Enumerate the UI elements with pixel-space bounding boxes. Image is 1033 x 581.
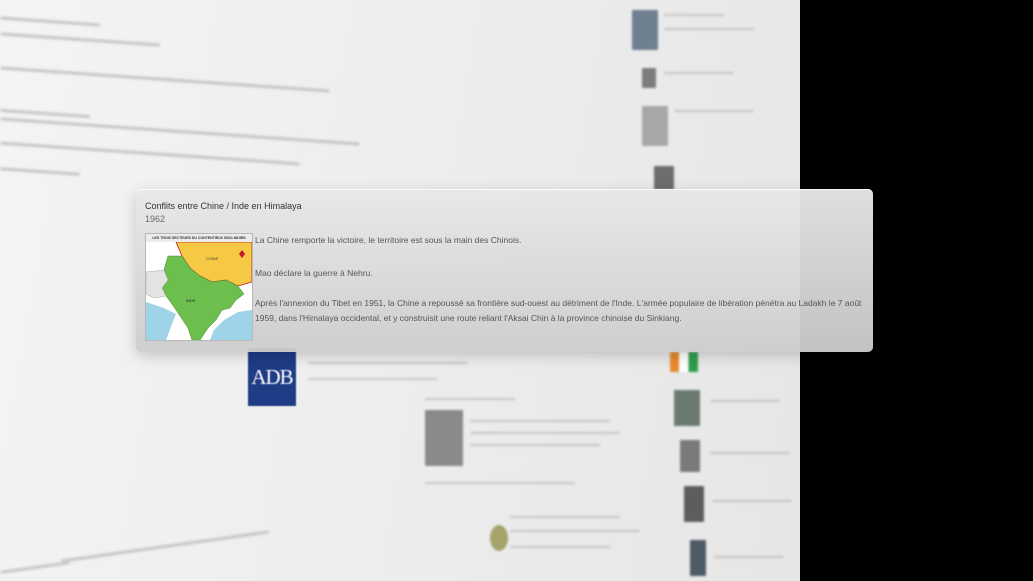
blurred-text-line [0, 32, 160, 47]
blurred-thumbnail [674, 390, 700, 426]
blurred-text-line [710, 400, 780, 402]
event-year: 1962 [145, 214, 166, 224]
blurred-thumbnail [670, 352, 698, 372]
blurred-text-line [425, 398, 515, 400]
timeline-event-card[interactable]: Conflits entre Chine / Inde en Himalaya … [136, 189, 873, 352]
blurred-text-line [712, 500, 792, 502]
event-title: Conflits entre Chine / Inde en Himalaya [145, 201, 302, 211]
blurred-thumbnail [654, 166, 674, 190]
blurred-text-line [0, 141, 300, 166]
blurred-text-line [510, 516, 620, 518]
event-paragraph: Après l'annexion du Tibet en 1951, la Ch… [255, 298, 862, 323]
blurred-text-line [470, 432, 620, 434]
blurred-text-line [308, 378, 438, 380]
blurred-text-line [0, 16, 100, 27]
blurred-text-line [510, 546, 610, 548]
blurred-text-line [664, 14, 724, 16]
blurred-thumbnail [684, 486, 704, 522]
blurred-thumbnail [642, 68, 656, 88]
blurred-text-line [308, 362, 468, 364]
blurred-text-line [710, 452, 790, 454]
map-caption: LES TROIS SECTEURS DU CONTENTIEUX SINO-I… [146, 234, 252, 242]
blurred-text-line [0, 167, 81, 176]
blurred-text-line [60, 530, 270, 563]
blurred-text-line [664, 72, 734, 74]
blurred-thumbnail [490, 525, 508, 551]
map-thumbnail[interactable]: LES TROIS SECTEURS DU CONTENTIEUX SINO-I… [145, 233, 253, 341]
event-paragraph: Mao déclare la guerre à Nehru. [255, 268, 373, 278]
blurred-thumbnail [642, 106, 668, 146]
blurred-text-line [674, 110, 754, 112]
blurred-thumbnail [425, 410, 463, 466]
event-paragraph: La Chine remporte la victoire, le territ… [255, 235, 522, 245]
blurred-text-line [0, 108, 90, 119]
india-china-map: CHINE INDE [146, 242, 252, 340]
svg-text:INDE: INDE [186, 298, 196, 303]
svg-text:CHINE: CHINE [206, 256, 219, 261]
blurred-text-line [0, 561, 70, 574]
blurred-text-line [425, 482, 575, 484]
blurred-text-line [664, 28, 754, 30]
blurred-thumbnail [680, 440, 700, 472]
blurred-text-line [0, 66, 330, 93]
blurred-text-line [470, 444, 600, 446]
blurred-thumbnail [632, 10, 658, 50]
blurred-text-line [470, 420, 610, 422]
adb-logo: ADB [248, 348, 296, 406]
blurred-thumbnail [690, 540, 706, 576]
blurred-text-line [0, 117, 360, 146]
blurred-text-line [510, 530, 640, 532]
blurred-text-line [714, 556, 784, 558]
